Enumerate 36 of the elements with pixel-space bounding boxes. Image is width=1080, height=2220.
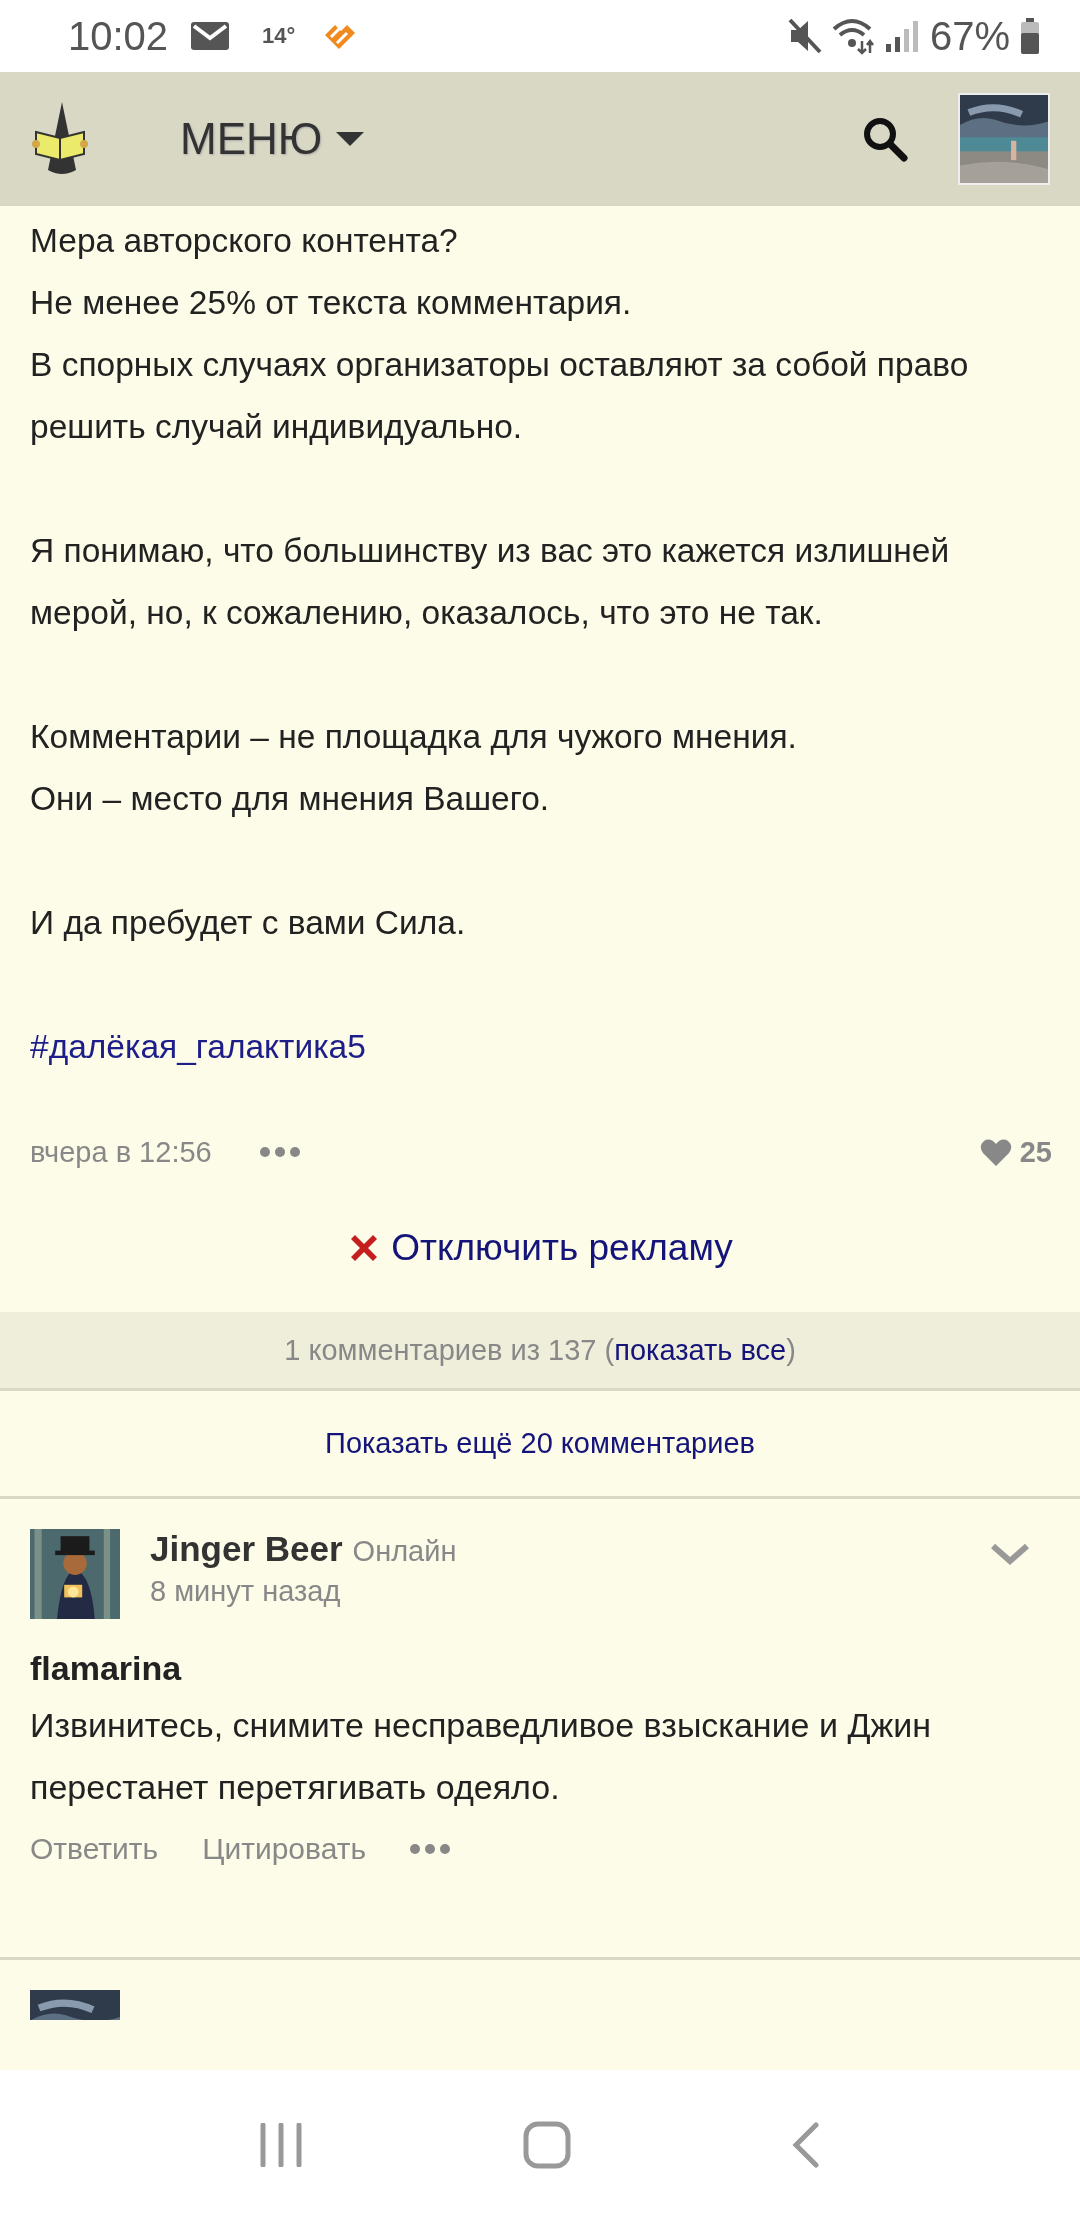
hashtag-link[interactable]: #далёкая_галактика5 bbox=[30, 1028, 366, 1065]
show-more-comments-link[interactable]: Показать ещё 20 комментариев bbox=[325, 1427, 755, 1460]
post-text: И да пребудет с вами Сила. bbox=[30, 903, 467, 943]
post-text: Я понимаю, что большинству из вас это кажется излишней мерой, но, к сожалению, оказалось, что это не так. bbox=[30, 531, 951, 633]
more-icon[interactable] bbox=[410, 1844, 451, 1854]
disable-ads-link[interactable]: Отключить рекламу bbox=[347, 1227, 733, 1269]
chevron-down-icon[interactable] bbox=[990, 1543, 1030, 1565]
comment-author[interactable]: Jinger Beer bbox=[150, 1529, 343, 1569]
mute-icon bbox=[787, 18, 822, 54]
home-icon[interactable] bbox=[523, 2121, 571, 2169]
battery-icon bbox=[1020, 18, 1040, 54]
comments-summary: 1 комментариев из 137 (показать все) bbox=[284, 1333, 796, 1367]
back-icon[interactable] bbox=[791, 2122, 820, 2168]
clock: 10:02 bbox=[68, 13, 169, 59]
post-text: Они – место для мнения Вашего. bbox=[30, 779, 551, 819]
comment-text: Извинитесь, снимите несправедливое взыскание и Джин перестанет перетягивать одеяло. bbox=[30, 1705, 932, 1808]
post-text: В спорных случаях организаторы оставляют за собой право решить случай индивидуально. bbox=[30, 345, 970, 447]
quoted-author: flamarina bbox=[30, 1649, 183, 1688]
show-all-link[interactable]: показать все bbox=[614, 1333, 787, 1366]
post-text: Мера авторского контента? bbox=[30, 221, 459, 261]
heart-icon[interactable] bbox=[979, 1138, 1012, 1166]
wifi-icon bbox=[831, 17, 874, 55]
caret-icon bbox=[336, 132, 365, 146]
battery-level: 67% bbox=[929, 13, 1010, 59]
post-text: Не менее 25% от текста комментария. bbox=[30, 283, 633, 323]
post-timestamp: вчера в 12:56 bbox=[30, 1135, 212, 1170]
post-text: Комментарии – не площадка для чужого мнения. bbox=[30, 717, 798, 757]
more-icon[interactable] bbox=[259, 1147, 300, 1157]
signal-icon bbox=[883, 18, 920, 54]
like-count: 25 bbox=[1019, 1135, 1052, 1170]
temperature: 14° bbox=[262, 23, 296, 49]
comment-time: 8 минут назад bbox=[150, 1575, 342, 1608]
recent-apps-icon[interactable] bbox=[260, 2123, 303, 2167]
menu-button[interactable]: МЕНЮ bbox=[180, 114, 365, 164]
online-status: Онлайн bbox=[352, 1535, 457, 1568]
search-icon[interactable] bbox=[862, 116, 908, 162]
